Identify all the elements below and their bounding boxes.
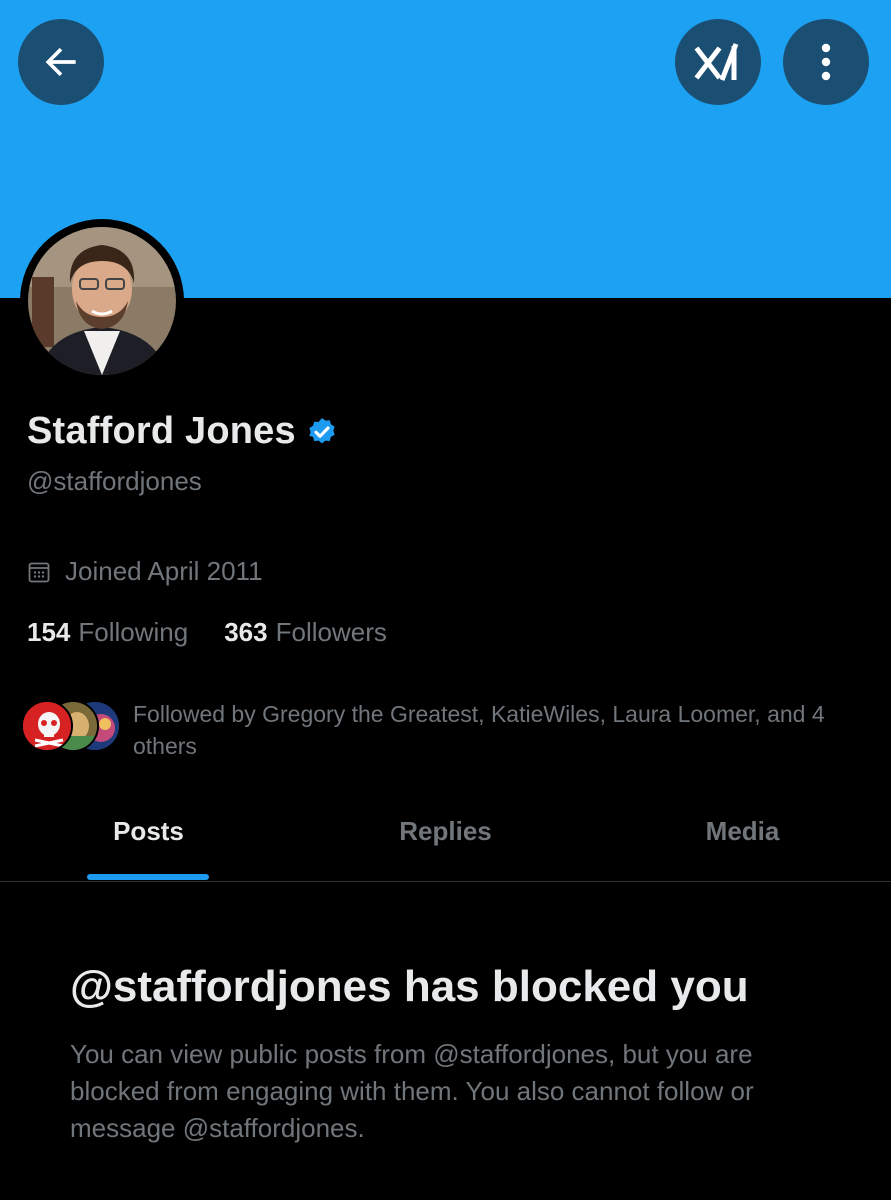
arrow-left-icon [45,47,76,77]
follow-stats: 154 Following 363 Followers [27,617,387,648]
tab-replies[interactable]: Replies [297,796,594,881]
profile-tabs: Posts Replies Media [0,796,891,882]
profile-avatar[interactable] [20,219,184,383]
tab-media[interactable]: Media [594,796,891,881]
grok-icon [694,43,739,81]
following-label: Following [78,617,189,647]
more-options-button[interactable] [783,19,869,105]
following-link[interactable]: 154 Following [27,617,188,648]
profile-name-row: Stafford Jones [27,410,338,453]
profile-handle: @staffordjones [27,466,202,496]
verified-badge-icon [309,417,335,443]
blocked-title: @staffordjones has blocked you [70,962,749,1011]
joined-text: Joined April 2011 [65,556,263,586]
blocked-message: You can view public posts from @stafford… [70,1039,754,1143]
followed-by-section[interactable]: Followed by Gregory the Greatest, KatieW… [21,698,863,762]
followers-label: Followers [275,617,387,647]
following-count: 154 [27,617,71,647]
tab-posts[interactable]: Posts [0,796,297,881]
avatar-image [28,227,176,375]
joined-date: Joined April 2011 [27,556,263,587]
active-tab-indicator [87,874,209,880]
display-name: Stafford Jones [27,410,296,452]
mutual-avatars [21,698,127,752]
mutual-avatar-1 [21,700,73,752]
calendar-icon [28,562,50,582]
followed-by-text: Followed by Gregory the Greatest, KatieW… [133,701,825,759]
grok-button[interactable] [675,19,761,105]
followers-count: 363 [224,617,268,647]
followers-link[interactable]: 363 Followers [224,617,387,648]
more-vertical-icon [821,43,831,81]
back-button[interactable] [18,19,104,105]
